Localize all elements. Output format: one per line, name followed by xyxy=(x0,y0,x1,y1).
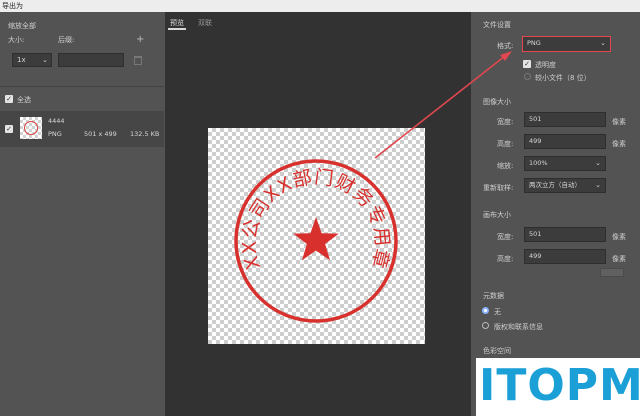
chevron-down-icon: ⌄ xyxy=(595,181,601,189)
metadata-title: 元数据 xyxy=(483,292,504,300)
asset-checkbox[interactable]: ✓ xyxy=(5,125,13,133)
format-select-value: PNG xyxy=(527,39,541,47)
size-label: 大小: xyxy=(8,36,25,44)
smaller-file-label: 较小文件（8 位） xyxy=(535,74,591,82)
height-label: 高度: xyxy=(497,140,514,148)
asset-dimensions: 501 x 499 xyxy=(84,130,117,138)
file-settings-title: 文件设置 xyxy=(483,21,511,29)
preview-canvas: XX公司XX部门财务专用章 xyxy=(208,128,425,344)
canvas-width-input[interactable]: 501 xyxy=(524,227,606,242)
select-all-checkbox[interactable]: ✓ xyxy=(5,95,13,103)
suffix-input[interactable] xyxy=(58,53,124,67)
asset-thumbnail xyxy=(20,117,42,139)
asset-format: PNG xyxy=(48,130,62,138)
format-label: 格式: xyxy=(497,42,514,50)
scale-all-label: 缩放全部 xyxy=(8,22,36,30)
meta-copyright-radio[interactable] xyxy=(482,322,489,329)
star-icon xyxy=(293,217,339,261)
scale-select[interactable]: 100% ⌄ xyxy=(524,156,606,171)
window-title: 导出为 xyxy=(0,0,640,12)
smaller-file-radio[interactable] xyxy=(524,73,531,80)
canvas-size-title: 画布大小 xyxy=(483,211,511,219)
divider xyxy=(0,86,164,87)
transparency-checkbox[interactable]: ✓ xyxy=(523,60,531,68)
width-unit: 像素 xyxy=(612,118,626,126)
width-input[interactable]: 501 xyxy=(524,112,606,127)
image-size-title: 图像大小 xyxy=(483,98,511,106)
asset-name: 4444 xyxy=(48,117,65,125)
tab-other[interactable]: 双联 xyxy=(198,18,212,28)
select-all-label: 全选 xyxy=(17,96,31,104)
meta-copyright-label: 版权和联系信息 xyxy=(494,323,543,331)
height-unit: 像素 xyxy=(612,140,626,148)
trash-icon[interactable] xyxy=(134,56,142,65)
canvas-width-label: 宽度: xyxy=(497,233,514,241)
meta-none-radio[interactable] xyxy=(482,307,489,314)
watermark-logo: ITOPM xyxy=(479,360,640,411)
format-select[interactable]: PNG ⌄ xyxy=(522,36,611,52)
meta-none-label: 无 xyxy=(494,308,501,316)
tab-active-indicator xyxy=(168,28,186,30)
scale-value: 100% xyxy=(529,159,548,167)
scale-select[interactable]: 1x ⌄ xyxy=(12,53,52,67)
canvas-width-unit: 像素 xyxy=(612,233,626,241)
reset-canvas-button[interactable] xyxy=(600,268,624,277)
stamp-image: XX公司XX部门财务专用章 xyxy=(234,159,398,323)
chevron-down-icon: ⌄ xyxy=(42,56,48,64)
left-panel xyxy=(0,12,164,416)
height-input[interactable]: 499 xyxy=(524,134,606,149)
resample-value: 两次立方（自动） xyxy=(529,181,581,189)
canvas-height-label: 高度: xyxy=(497,255,514,263)
resample-label: 重新取样: xyxy=(483,184,514,192)
canvas-height-unit: 像素 xyxy=(612,255,626,263)
tab-preview[interactable]: 预览 xyxy=(170,18,184,28)
chevron-down-icon: ⌄ xyxy=(595,159,601,167)
transparency-label: 透明度 xyxy=(535,61,556,69)
suffix-label: 后缀: xyxy=(58,36,75,44)
resample-select[interactable]: 两次立方（自动） ⌄ xyxy=(524,178,606,193)
scale-select-value: 1x xyxy=(17,56,26,64)
width-label: 宽度: xyxy=(497,118,514,126)
color-space-title: 色彩空间 xyxy=(483,347,511,355)
scale-label: 缩放: xyxy=(497,162,514,170)
asset-filesize: 132.5 KB xyxy=(130,130,160,138)
add-scale-icon[interactable]: + xyxy=(136,34,144,45)
chevron-down-icon: ⌄ xyxy=(600,39,606,47)
canvas-height-input[interactable]: 499 xyxy=(524,249,606,264)
